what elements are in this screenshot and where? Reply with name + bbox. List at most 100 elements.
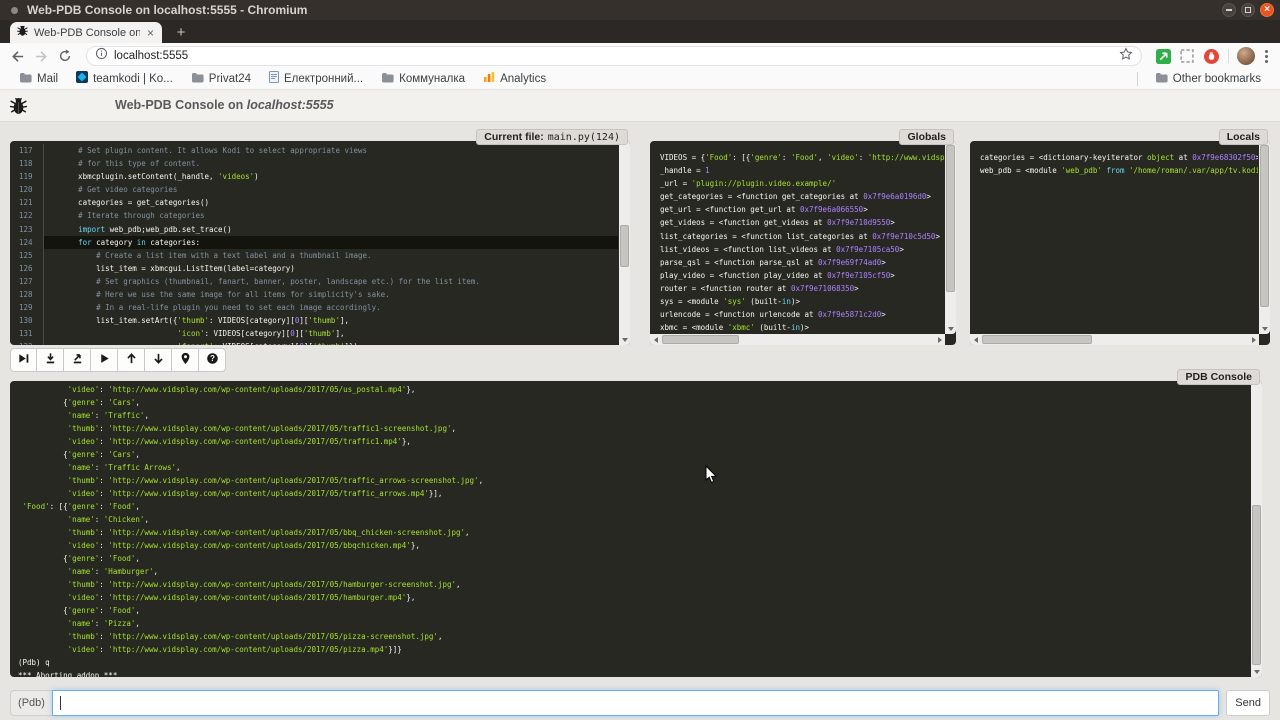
page-title: Web-PDB Console on localhost:5555	[115, 98, 334, 112]
doc-icon	[269, 70, 279, 88]
scrollbar-thumb[interactable]	[1260, 145, 1269, 307]
bookmark-item-0[interactable]: Mail	[10, 70, 67, 88]
svg-text:?: ?	[210, 354, 215, 363]
window-icon	[11, 7, 18, 14]
step-into-button[interactable]	[37, 348, 64, 372]
scroll-left-arrow[interactable]	[650, 334, 661, 345]
console-line: 'Food': [{'genre': 'Food',	[18, 500, 1246, 513]
where-button[interactable]	[172, 348, 199, 372]
scrollbar-thumb[interactable]	[982, 335, 1092, 344]
console-line: 'thumb': 'http://www.vidsplay.com/wp-con…	[18, 422, 1246, 435]
scrollbar-thumb[interactable]	[620, 225, 629, 268]
info-icon[interactable]	[95, 47, 108, 65]
help-icon: ?	[206, 352, 219, 368]
url-text[interactable]: localhost:5555	[114, 50, 1113, 62]
extension-green-icon[interactable]	[1154, 47, 1172, 65]
console-line: 'video': 'http://www.vidsplay.com/wp-con…	[18, 487, 1246, 500]
scrollbar-thumb[interactable]	[946, 145, 955, 292]
line-number: 131	[10, 327, 44, 340]
reload-icon[interactable]	[56, 47, 74, 65]
globals-line: urlencode = <function urlencode at 0x7f9…	[660, 308, 944, 321]
forward-icon[interactable]	[32, 47, 50, 65]
close-button[interactable]: ×	[1260, 3, 1274, 17]
help-button[interactable]: ?	[199, 348, 226, 372]
console-line: 'video': 'http://www.vidsplay.com/wp-con…	[18, 383, 1246, 396]
bookmark-star-icon[interactable]	[1119, 47, 1133, 66]
pdb-prompt-label: (Pdb)	[10, 690, 52, 716]
mouse-cursor	[705, 465, 717, 489]
locals-vertical-scrollbar[interactable]	[1259, 141, 1270, 334]
web-pdb-logo-bug-icon	[8, 95, 29, 121]
stack-down-button[interactable]	[145, 348, 172, 372]
scroll-down-arrow[interactable]	[1259, 323, 1270, 334]
locals-panel: Locals categories = <dictionary-keyitera…	[970, 141, 1270, 345]
step-next-button[interactable]	[10, 348, 37, 372]
bookmark-item-4[interactable]: Коммуналка	[372, 70, 474, 88]
globals-line: VIDEOS = {'Food': [{'genre': 'Food', 'vi…	[660, 151, 944, 164]
extension-blocker-icon[interactable]	[1202, 47, 1220, 65]
address-bar[interactable]: localhost:5555	[86, 46, 1142, 66]
step-out-button[interactable]	[64, 348, 91, 372]
line-number: 121	[10, 196, 44, 209]
globals-line: get_categories = <function get_categorie…	[660, 190, 944, 203]
bookmark-item-1[interactable]: teamkodi | Ko...	[67, 70, 182, 88]
kodi-icon	[76, 70, 88, 88]
console-line: 'video': 'http://www.vidsplay.com/wp-con…	[18, 643, 1246, 656]
where-icon	[179, 352, 192, 368]
browser-menu-icon[interactable]	[1261, 50, 1272, 63]
console-line: 'video': 'http://www.vidsplay.com/wp-con…	[18, 435, 1246, 448]
bookmark-item-3[interactable]: Електронний...	[260, 70, 372, 88]
line-number: 118	[10, 157, 44, 170]
back-icon[interactable]	[8, 47, 26, 65]
scroll-down-arrow[interactable]	[1251, 666, 1262, 677]
line-number: 117	[10, 144, 44, 157]
code-line: 128 # Here we use the same image for all…	[10, 288, 618, 301]
globals-line: get_url = <function get_url at 0x7f9e6a0…	[660, 203, 944, 216]
minimize-button[interactable]	[1222, 3, 1236, 17]
stack-up-button[interactable]	[118, 348, 145, 372]
new-tab-button[interactable]: +	[170, 23, 192, 41]
globals-line: router = <function router at 0x7f9e71068…	[660, 282, 944, 295]
globals-line: list_categories = <function list_categor…	[660, 230, 944, 243]
code-vertical-scrollbar[interactable]	[619, 141, 630, 345]
pdb-command-input[interactable]	[52, 690, 1219, 716]
step-next-icon	[17, 352, 30, 368]
folder-icon	[191, 70, 204, 88]
profile-avatar[interactable]	[1237, 47, 1255, 65]
scroll-down-arrow[interactable]	[945, 323, 956, 334]
scroll-left-arrow[interactable]	[970, 334, 981, 345]
maximize-button[interactable]	[1241, 3, 1255, 17]
other-bookmarks-button[interactable]: Other bookmarks	[1146, 70, 1270, 88]
bookmark-item-5[interactable]: Analytics	[474, 70, 555, 88]
globals-vertical-scrollbar[interactable]	[945, 141, 956, 334]
console-line: 'thumb': 'http://www.vidsplay.com/wp-con…	[18, 630, 1246, 643]
send-button[interactable]: Send	[1226, 690, 1270, 716]
continue-button[interactable]	[91, 348, 118, 372]
locals-horizontal-scrollbar[interactable]	[970, 334, 1259, 345]
tab-title: Web-PDB Console on loca	[34, 27, 140, 39]
scroll-right-arrow[interactable]	[934, 334, 945, 345]
console-line: 'video': 'http://www.vidsplay.com/wp-con…	[18, 539, 1246, 552]
bookmark-item-2[interactable]: Privat24	[182, 70, 260, 88]
extension-placeholder-icon[interactable]	[1178, 47, 1196, 65]
code-line: 118 # for this type of content.	[10, 157, 618, 170]
line-number: 127	[10, 275, 44, 288]
browser-tab[interactable]: Web-PDB Console on loca ×	[10, 22, 162, 43]
tab-close-icon[interactable]: ×	[145, 27, 156, 39]
scrollbar-thumb[interactable]	[1252, 505, 1261, 665]
globals-horizontal-scrollbar[interactable]	[650, 334, 945, 345]
globals-line: xbmc = <module 'xbmc' (built-in)>	[660, 321, 944, 333]
pdb-console-panel: PDB Console 'video': 'http://www.vidspla…	[10, 381, 1262, 677]
folder-icon	[381, 70, 394, 88]
code-line: 129 # In a real-life plugin you need to …	[10, 301, 618, 314]
browser-navbar: localhost:5555	[0, 43, 1280, 69]
console-vertical-scrollbar[interactable]	[1251, 381, 1262, 677]
scrollbar-thumb[interactable]	[662, 335, 739, 344]
code-line: 122 # Iterate through categories	[10, 209, 618, 222]
chart-icon	[483, 70, 495, 88]
code-line: 119 xbmcplugin.setContent(_handle, 'vide…	[10, 170, 618, 183]
console-line: 'name': 'Pizza',	[18, 617, 1246, 630]
scroll-right-arrow[interactable]	[1248, 334, 1259, 345]
current-file-label: Current file:main.py(124)	[476, 129, 628, 145]
scroll-down-arrow[interactable]	[619, 334, 630, 345]
